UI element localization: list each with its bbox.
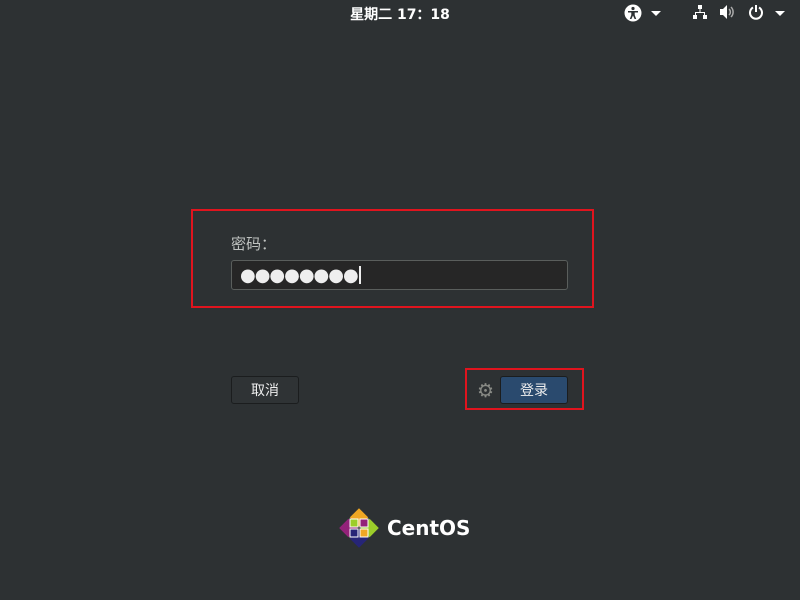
text-cursor [358, 266, 361, 284]
centos-logo-text: CentOS [387, 516, 471, 540]
centos-logo-icon [339, 508, 379, 548]
system-menu-caret-icon[interactable] [775, 11, 785, 16]
clock[interactable]: 星期二 17：18 [0, 4, 800, 24]
highlight-password-box [191, 209, 594, 308]
password-input[interactable]: ●●●●●●●● [231, 260, 568, 290]
top-bar: 星期二 17：18 [0, 0, 800, 26]
network-icon[interactable] [692, 4, 708, 20]
password-label: 密码： [231, 235, 277, 253]
gear-icon[interactable]: ⚙ [477, 380, 494, 402]
cancel-button[interactable]: 取消 [231, 376, 299, 404]
login-button[interactable]: 登录 [500, 376, 568, 404]
password-value: ●●●●●●●● [240, 264, 359, 286]
accessibility-icon[interactable] [624, 4, 642, 22]
accessibility-menu-caret-icon[interactable] [651, 11, 661, 16]
volume-icon[interactable] [719, 4, 737, 20]
power-icon[interactable] [748, 4, 764, 20]
centos-logo: CentOS [337, 506, 470, 550]
